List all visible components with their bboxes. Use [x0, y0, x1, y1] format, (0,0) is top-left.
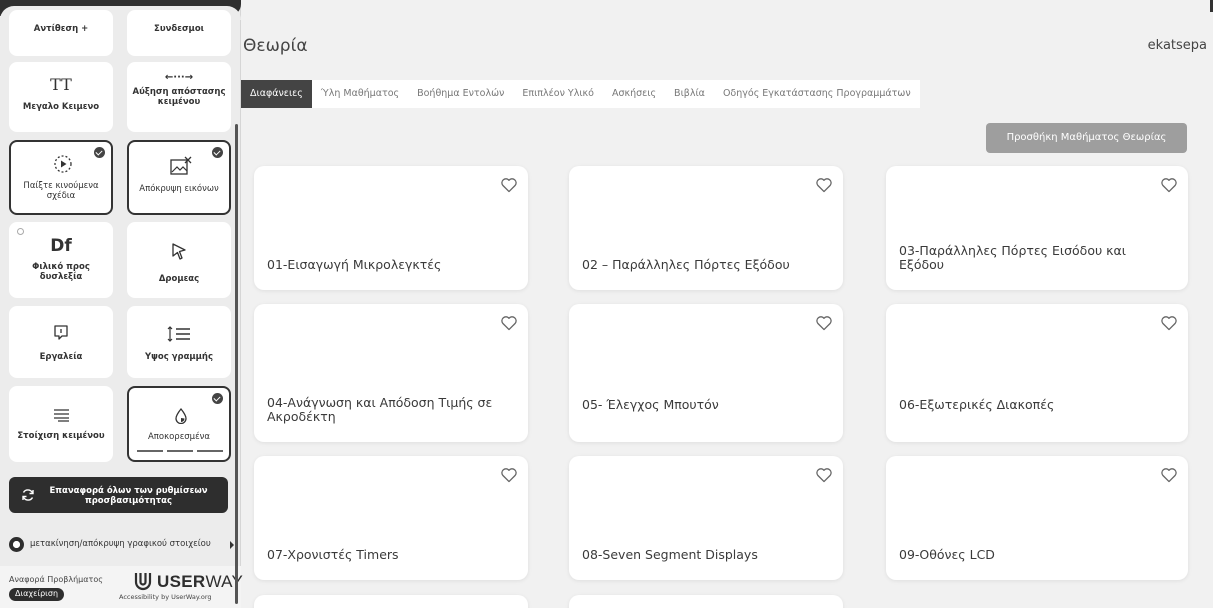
lesson-card[interactable]: 02 – Παράλληλες Πόρτες Εξόδου — [569, 166, 843, 290]
contrast-label: Αντίθεση + — [33, 24, 89, 34]
accessibility-panel: Αντίθεση + Συνδεσμοι TT Μεγαλο Κειμενο ←… — [0, 0, 243, 608]
heart-icon[interactable] — [500, 315, 518, 331]
text-size-icon: TT — [50, 75, 72, 94]
check-icon — [212, 147, 223, 158]
lesson-card[interactable]: 03-Παράλληλες Πόρτες Εισόδου και Εξόδου — [886, 166, 1188, 290]
lesson-card[interactable]: 01-Εισαγωγή Μικρολεγκτές — [254, 166, 528, 290]
heart-icon[interactable] — [1160, 467, 1178, 483]
animations-label: Παίξτε κινούμενα σχέδια — [23, 181, 99, 201]
text-spacing-icon: ←···→ — [164, 72, 194, 83]
cursor-tile[interactable]: Δρομεας — [127, 222, 231, 298]
lesson-card[interactable]: 07-Χρονιστές Timers — [254, 456, 528, 580]
dyslexia-label: Φιλικό προς δυσλεξία — [32, 262, 90, 282]
lesson-card-title: 08-Seven Segment Displays — [582, 547, 758, 562]
tab-books[interactable]: Βιβλία — [665, 80, 714, 108]
tab-slides[interactable]: Διαφάνειες — [241, 80, 312, 108]
heart-icon[interactable] — [500, 177, 518, 193]
info-icon[interactable] — [17, 228, 24, 235]
reset-icon — [22, 489, 34, 501]
gear-icon — [9, 537, 24, 552]
manage-button[interactable]: Διαχείριση — [9, 588, 65, 601]
text-align-icon — [54, 409, 69, 422]
highlight-links-tile[interactable]: Συνδεσμοι — [127, 10, 231, 56]
brand-strong: USER — [157, 572, 206, 591]
tab-exercises[interactable]: Ασκήσεις — [603, 80, 665, 108]
tab-extra-material[interactable]: Επιπλέον Υλικό — [513, 80, 603, 108]
lesson-card-title: 01-Εισαγωγή Μικρολεγκτές — [267, 257, 442, 272]
tooltip-icon — [54, 325, 68, 340]
page-title: Θεωρία — [243, 36, 308, 56]
lesson-card[interactable]: 08-Seven Segment Displays — [569, 456, 843, 580]
contrast-tile[interactable]: Αντίθεση + — [9, 10, 113, 56]
tooltips-label: Εργαλεία — [39, 352, 83, 362]
lesson-card-title: 06-Εξωτερικές Διακοπές — [899, 397, 1055, 412]
lesson-card[interactable]: 04-Ανάγνωση και Απόδοση Τιμής σε Ακροδέκ… — [254, 304, 528, 442]
saturation-level-indicator — [137, 450, 223, 452]
lesson-card-title: 02 – Παράλληλες Πόρτες Εξόδου — [582, 257, 790, 272]
panel-scrollbar[interactable] — [235, 124, 238, 604]
lesson-card[interactable]: 06-Εξωτερικές Διακοπές — [886, 304, 1188, 442]
cursor-icon — [172, 243, 186, 260]
saturation-tile[interactable]: Αποκορεσμένα — [127, 386, 231, 462]
text-align-label: Στοίχιση κειμένου — [17, 431, 105, 441]
droplet-icon — [175, 408, 187, 424]
check-icon — [212, 393, 223, 404]
tab-command-guide[interactable]: Βοήθημα Εντολών — [408, 80, 513, 108]
line-height-tile[interactable]: Υψος γραμμής — [127, 306, 231, 378]
main-content: Θεωρία ekatsepa Διαφάνειες Ύλη Μαθήματος… — [232, 0, 1213, 608]
chevron-right-icon — [230, 541, 234, 549]
lesson-card[interactable] — [569, 595, 843, 608]
report-problem-link[interactable]: Αναφορά Προβλήματος — [9, 575, 103, 584]
move-hide-widget-toggle[interactable]: μετακίνηση/απόκρυψη γραφικού στοιχείου — [9, 537, 234, 553]
dyslexia-font-tile[interactable]: Df Φιλικό προς δυσλεξία — [9, 222, 113, 298]
bigger-text-tile[interactable]: TT Μεγαλο Κειμενο — [9, 62, 113, 132]
heart-icon[interactable] — [815, 315, 833, 331]
userway-wordmark: USERWAY — [157, 572, 243, 592]
heart-icon[interactable] — [1160, 315, 1178, 331]
lesson-card[interactable]: 09-Οθόνες LCD — [886, 456, 1188, 580]
animations-tile[interactable]: Παίξτε κινούμενα σχέδια — [9, 140, 113, 215]
lesson-card[interactable]: 05- Έλεγχος Μπουτόν — [569, 304, 843, 442]
move-hide-label: μετακίνηση/απόκρυψη γραφικού στοιχείου — [30, 539, 211, 549]
tab-course-material[interactable]: Ύλη Μαθήματος — [312, 80, 408, 108]
add-theory-lesson-button[interactable]: Προσθήκη Μαθήματος Θεωρίας — [986, 123, 1187, 153]
lesson-card-title: 05- Έλεγχος Μπουτόν — [582, 397, 719, 412]
heart-icon[interactable] — [815, 177, 833, 193]
bigger-text-label: Μεγαλο Κειμενο — [22, 102, 100, 112]
saturation-label: Αποκορεσμένα — [147, 432, 211, 442]
line-height-label: Υψος γραμμής — [144, 352, 214, 362]
check-icon — [94, 147, 105, 158]
lesson-card-title: 07-Χρονιστές Timers — [267, 547, 399, 562]
links-label: Συνδεσμοι — [154, 24, 204, 34]
reset-label: Επαναφορά όλων των ρυθμίσεων προσβασιμότ… — [49, 486, 208, 506]
userway-logo-icon — [134, 573, 152, 591]
text-spacing-label: Αύξηση απόστασης κειμένου — [132, 87, 226, 107]
powered-by-text[interactable]: Accessibility by UserWay.org — [119, 593, 212, 601]
username[interactable]: ekatsepa — [1148, 38, 1207, 53]
heart-icon[interactable] — [1160, 177, 1178, 193]
lesson-card-title: 04-Ανάγνωση και Απόδοση Τιμής σε Ακροδέκ… — [267, 395, 493, 424]
heart-icon[interactable] — [815, 467, 833, 483]
hide-image-icon — [170, 156, 192, 175]
line-height-icon — [167, 326, 190, 342]
tab-install-guide[interactable]: Οδηγός Εγκατάστασης Προγραμμάτων — [714, 80, 920, 108]
lesson-card-title: 03-Παράλληλες Πόρτες Εισόδου και Εξόδου — [899, 243, 1127, 272]
lesson-card[interactable] — [254, 595, 528, 608]
heart-icon[interactable] — [500, 467, 518, 483]
tab-bar: Διαφάνειες Ύλη Μαθήματος Βοήθημα Εντολών… — [241, 80, 920, 108]
reset-all-settings-button[interactable]: Επαναφορά όλων των ρυθμίσεων προσβασιμότ… — [9, 477, 228, 513]
tooltips-tile[interactable]: Εργαλεία — [9, 306, 113, 378]
hide-images-label: Απόκρυψη εικόνων — [139, 184, 219, 194]
lesson-card-title: 09-Οθόνες LCD — [899, 547, 995, 562]
top-bar: Θεωρία ekatsepa — [232, 0, 1213, 70]
hide-images-tile[interactable]: Απόκρυψη εικόνων — [127, 140, 231, 215]
play-animation-icon — [54, 155, 72, 173]
text-spacing-tile[interactable]: ←···→ Αύξηση απόστασης κειμένου — [127, 62, 231, 132]
dyslexia-icon: Df — [50, 236, 72, 256]
text-align-tile[interactable]: Στοίχιση κειμένου — [9, 386, 113, 462]
cursor-label: Δρομεας — [158, 274, 200, 284]
